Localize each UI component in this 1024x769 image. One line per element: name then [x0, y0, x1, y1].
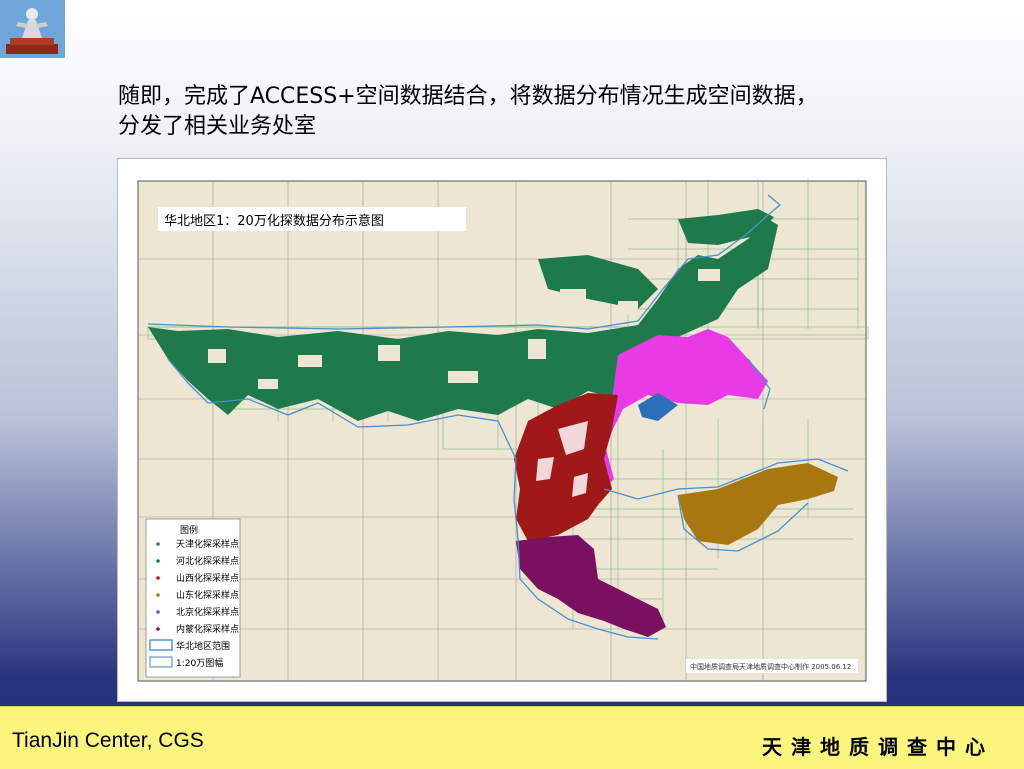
slide-title-line1: 随即，完成了ACCESS+空间数据结合，将数据分布情况生成空间数据，: [118, 84, 818, 109]
legend-label: 华北地区范围: [176, 640, 230, 652]
legend-label: 山西化探采样点: [176, 572, 239, 584]
legend-label: 北京化探采样点: [176, 606, 239, 618]
legend-title: 图例: [180, 524, 198, 536]
footer-left-text: TianJin Center, CGS: [12, 729, 204, 752]
organization-logo: [0, 0, 65, 58]
legend-label: 河北化探采样点: [176, 555, 239, 567]
legend-symbol: [156, 593, 160, 597]
footer-bar: TianJin Center, CGS 天津地质调查中心: [0, 706, 1024, 769]
legend-label: 1:20万图幅: [176, 657, 223, 669]
legend-label: 天津化探采样点: [176, 538, 239, 550]
legend-label: 山东化探采样点: [176, 589, 239, 601]
map-title: 华北地区1：20万化探数据分布示意图: [164, 213, 384, 229]
legend-symbol: [156, 542, 160, 546]
slide-title: 随即，完成了ACCESS+空间数据结合，将数据分布情况生成空间数据， 分发了相关…: [118, 82, 958, 142]
distribution-map: 华北地区1：20万化探数据分布示意图 图例 天津化探采样点河北化探采样点山西化探…: [118, 159, 886, 701]
map-legend: 图例 天津化探采样点河北化探采样点山西化探采样点山东化探采样点北京化探采样点内蒙…: [145, 518, 241, 678]
legend-symbol: [156, 576, 160, 580]
legend-symbol: [156, 627, 160, 631]
legend-symbol: [156, 610, 160, 614]
footer-right-text: 天津地质调查中心: [762, 735, 994, 759]
distribution-map-figure: 华北地区1：20万化探数据分布示意图 图例 天津化探采样点 河北化探采样点 山西化探…: [117, 158, 887, 702]
logo-icon: [0, 0, 64, 58]
map-credit: 中国地质调查局天津地质调查中心制作 2005.06.12: [690, 662, 851, 671]
legend-symbol: [156, 559, 160, 563]
legend-label: 内蒙化探采样点: [176, 623, 239, 635]
slide-title-line2: 分发了相关业务处室: [118, 114, 317, 139]
